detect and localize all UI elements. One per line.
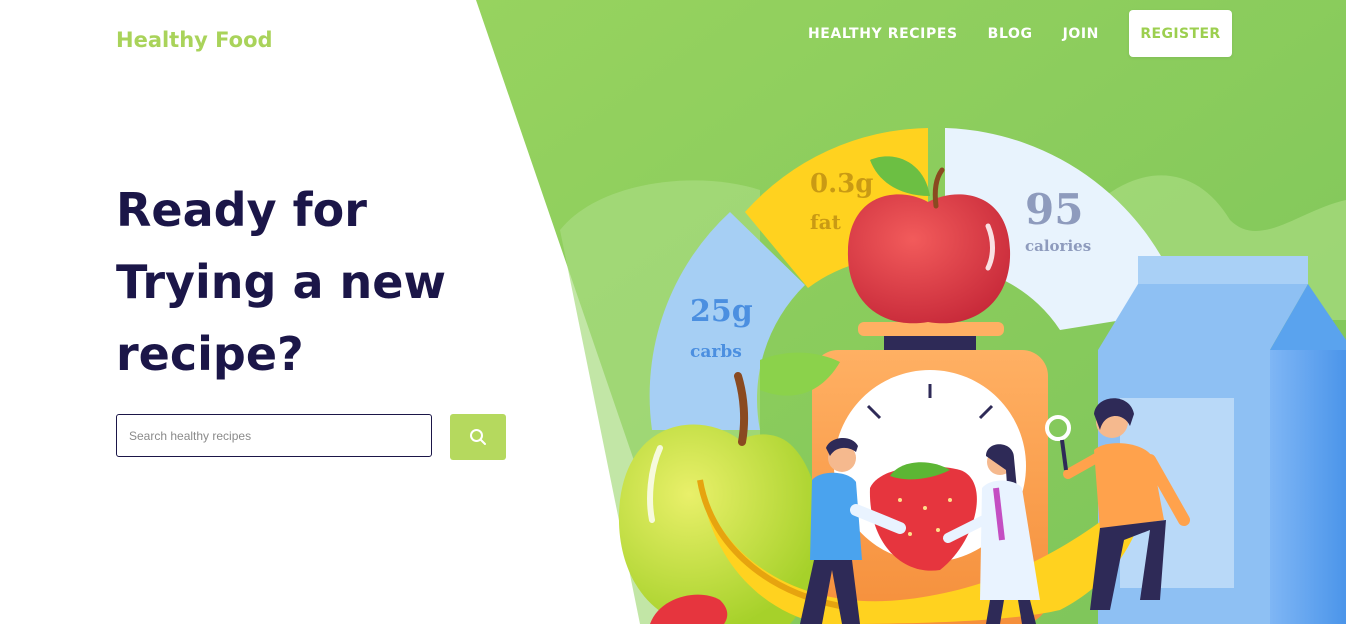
carbs-label: carbs (690, 342, 742, 362)
hero-illustration: 0.3g fat 95 calories 25g carbs (618, 128, 1346, 624)
milk-carton-illustration (1098, 256, 1346, 624)
calories-amount: 95 (1025, 185, 1083, 234)
carbs-amount: 25g (690, 294, 753, 329)
fat-label: fat (810, 210, 842, 234)
calories-label: calories (1025, 237, 1091, 255)
fat-amount: 0.3g (810, 169, 873, 199)
